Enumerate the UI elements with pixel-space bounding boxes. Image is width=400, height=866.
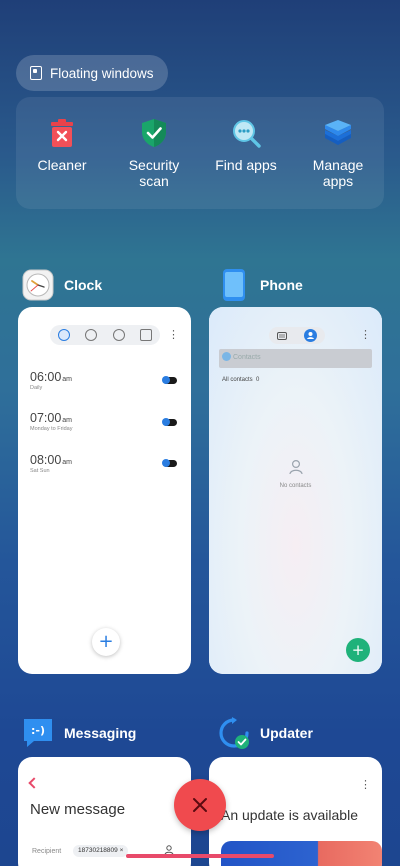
quick-tools-panel: Cleaner Security scan Find apps Manage a… [16, 97, 384, 209]
back-arrow-icon[interactable] [28, 777, 40, 789]
home-indicator[interactable] [126, 854, 274, 858]
update-available-title: An update is available [221, 807, 358, 823]
alarm-toggle[interactable] [162, 376, 177, 384]
clock-app-header: Clock [22, 269, 102, 301]
more-options-icon[interactable] [360, 328, 371, 342]
updater-app-icon [219, 717, 249, 749]
phone-app-name: Phone [260, 277, 303, 293]
tool-label: Cleaner [37, 157, 87, 173]
alarm-item[interactable]: 08:00am Sat Sun [30, 453, 72, 474]
tool-cleaner[interactable]: Cleaner [17, 117, 107, 209]
alarm-repeat: Monday to Friday [30, 426, 73, 432]
new-message-title: New message [30, 801, 126, 818]
layers-icon [322, 117, 354, 149]
alarm-ampm: am [62, 459, 73, 466]
tool-find-apps[interactable]: Find apps [201, 117, 291, 209]
tool-label: Manage apps [312, 157, 364, 189]
close-icon [193, 798, 207, 812]
messaging-app-header: :-) Messaging [22, 717, 136, 749]
messaging-app-icon: :-) [24, 719, 52, 747]
trash-icon [46, 117, 78, 149]
world-clock-tab-icon[interactable] [85, 329, 98, 341]
phone-app-card[interactable]: Contacts All contacts 0 No contacts + [209, 307, 382, 674]
messaging-app-name: Messaging [64, 725, 137, 741]
contacts-filter-count: 0 [256, 377, 260, 383]
messaging-app-card[interactable]: New message Recipient 18730218809 × [18, 757, 191, 866]
alarm-item[interactable]: 07:00am Monday to Friday [30, 411, 73, 432]
clock-app-icon [22, 269, 54, 301]
dialer-tab-icon[interactable] [277, 331, 288, 340]
svg-text::-): :-) [31, 724, 45, 737]
tool-security-scan[interactable]: Security scan [109, 117, 199, 209]
phone-tabs [269, 327, 325, 344]
alarm-toggle[interactable] [162, 418, 177, 426]
timer-tab-icon[interactable] [140, 329, 153, 341]
alarm-repeat: Daily [30, 385, 43, 391]
clock-tabs [50, 325, 160, 345]
alarm-time: 08:00 [30, 453, 62, 467]
no-contacts-text: No contacts [279, 483, 312, 489]
tool-manage-apps[interactable]: Manage apps [293, 117, 383, 209]
more-options-icon[interactable] [168, 328, 179, 342]
stopwatch-tab-icon[interactable] [112, 329, 125, 341]
phone-app-icon [223, 269, 245, 301]
alarm-time: 06:00 [30, 370, 62, 384]
updater-app-name: Updater [260, 725, 313, 741]
add-contact-button[interactable]: + [346, 638, 370, 662]
updater-app-header: Updater [218, 717, 313, 749]
floating-windows-button[interactable]: Floating windows [16, 55, 168, 91]
contacts-filter-label: All contacts [222, 377, 253, 383]
alarm-time: 07:00 [30, 411, 62, 425]
floating-window-icon [30, 66, 42, 80]
tool-label: Find apps [215, 157, 277, 173]
tool-label: Security scan [128, 157, 180, 189]
alarm-item[interactable]: 06:00am Daily [30, 370, 72, 391]
alarm-repeat: Sat Sun [30, 468, 50, 474]
clock-app-card[interactable]: 06:00am Daily 07:00am Monday to Friday 0… [18, 307, 191, 674]
phone-app-header: Phone [218, 269, 303, 301]
alarm-tab-icon[interactable] [57, 329, 70, 341]
shield-check-icon [138, 117, 170, 149]
alarm-ampm: am [62, 417, 73, 424]
search-icon [230, 117, 262, 149]
alarm-ampm: am [62, 376, 73, 383]
updater-app-card[interactable]: An update is available [209, 757, 382, 866]
clock-app-name: Clock [64, 277, 103, 293]
person-icon [289, 459, 303, 475]
clear-all-button[interactable] [174, 779, 226, 831]
contacts-search-input[interactable]: Contacts [219, 349, 372, 368]
recipient-label: Recipient [32, 848, 62, 855]
more-options-icon[interactable] [360, 778, 371, 792]
alarm-toggle[interactable] [162, 459, 177, 467]
recipient-chip[interactable]: 18730218809 × [73, 845, 129, 857]
add-alarm-button[interactable]: + [92, 628, 120, 656]
floating-windows-label: Floating windows [50, 65, 154, 81]
contacts-filter[interactable]: All contacts 0 [222, 377, 259, 383]
contacts-tab-icon[interactable] [303, 329, 317, 342]
